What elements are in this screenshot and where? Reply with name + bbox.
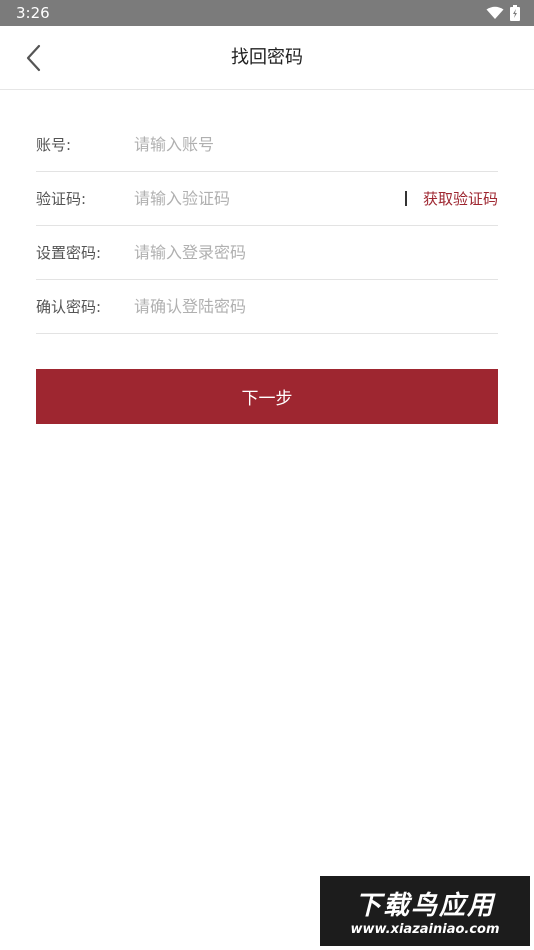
status-time: 3:26 [16, 4, 50, 22]
battery-icon [510, 5, 520, 21]
next-step-button[interactable]: 下一步 [36, 369, 498, 424]
watermark-logo: 下载鸟应用 www.xiazainiao.com [320, 876, 530, 946]
account-label: 账号: [36, 136, 72, 154]
verify-code-row: 验证码: 获取验证码 [36, 172, 498, 226]
verify-code-input[interactable] [134, 178, 397, 219]
status-icons [486, 5, 520, 21]
status-bar: 3:26 [0, 0, 534, 26]
new-password-input[interactable] [134, 232, 498, 273]
confirm-password-label: 确认密码: [36, 298, 102, 316]
reset-password-form: 账号: 验证码: 获取验证码 设置密码: 确认密码: [36, 118, 498, 334]
watermark-title: 下载鸟应用 [354, 891, 495, 921]
wifi-icon [486, 6, 504, 19]
verify-code-label: 验证码: [36, 190, 87, 208]
account-input[interactable] [134, 124, 498, 165]
new-password-row: 设置密码: [36, 226, 498, 280]
watermark-url: www.xiazainiao.com [350, 922, 500, 937]
page-title: 找回密码 [231, 47, 303, 68]
nav-bar: 找回密码 [0, 26, 534, 90]
new-password-label: 设置密码: [36, 244, 102, 262]
code-divider [404, 191, 407, 206]
confirm-password-row: 确认密码: [36, 280, 498, 334]
confirm-password-input[interactable] [134, 286, 498, 327]
account-row: 账号: [36, 118, 498, 172]
get-code-button[interactable]: 获取验证码 [423, 188, 498, 209]
